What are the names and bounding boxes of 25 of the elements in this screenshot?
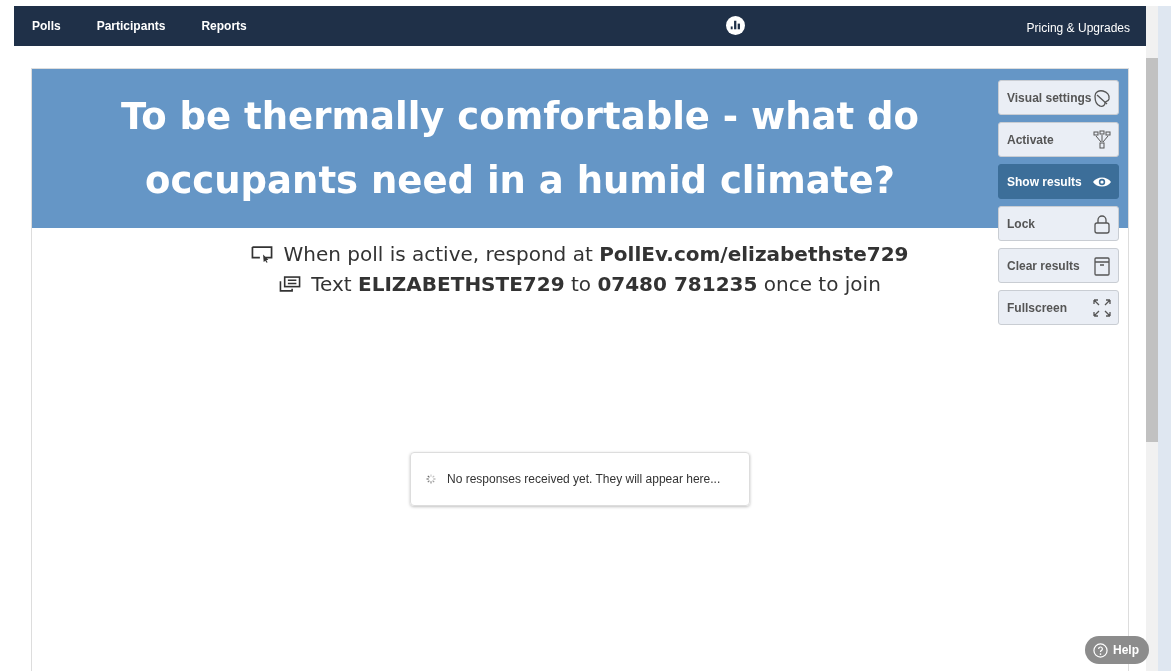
spinner-icon	[425, 473, 437, 485]
nav-link[interactable]: Reports	[201, 19, 247, 33]
nav-link[interactable]: Participants	[96, 19, 166, 33]
funnel-icon	[1092, 129, 1112, 150]
control-button[interactable]: Show results	[998, 164, 1119, 199]
pricing-link[interactable]: Pricing & Upgrades	[1026, 20, 1130, 35]
archive-box-icon	[1092, 255, 1112, 276]
nav-link[interactable]: Polls	[32, 19, 61, 33]
control-button[interactable]: Fullscreen	[998, 290, 1119, 325]
join-instruction: When poll is active, respond at PollEv.com/elizabethste729	[283, 242, 909, 266]
messages-icon	[279, 275, 302, 293]
expand-icon	[1092, 297, 1112, 318]
scrollbar[interactable]	[1146, 6, 1158, 671]
poll-title: To be thermally comfortable - what do occupants need in a humid climate?	[120, 93, 920, 204]
control-button[interactable]: Lock	[998, 206, 1119, 241]
lock-icon	[1092, 213, 1112, 234]
status-message: No responses received yet. They will appear here...	[447, 472, 721, 486]
bar-chart-logo-icon[interactable]	[726, 16, 745, 35]
control-button[interactable]: Activate	[998, 122, 1119, 157]
screen-cursor-icon	[251, 245, 274, 263]
help-button[interactable]: Help	[1085, 636, 1149, 664]
question-icon	[1093, 642, 1108, 658]
control-button[interactable]: Visual settings	[998, 80, 1119, 115]
control-button[interactable]: Clear results	[998, 248, 1119, 283]
join-instruction: Text ELIZABETHSTE729 to 07480 781235 once to join	[311, 272, 881, 296]
